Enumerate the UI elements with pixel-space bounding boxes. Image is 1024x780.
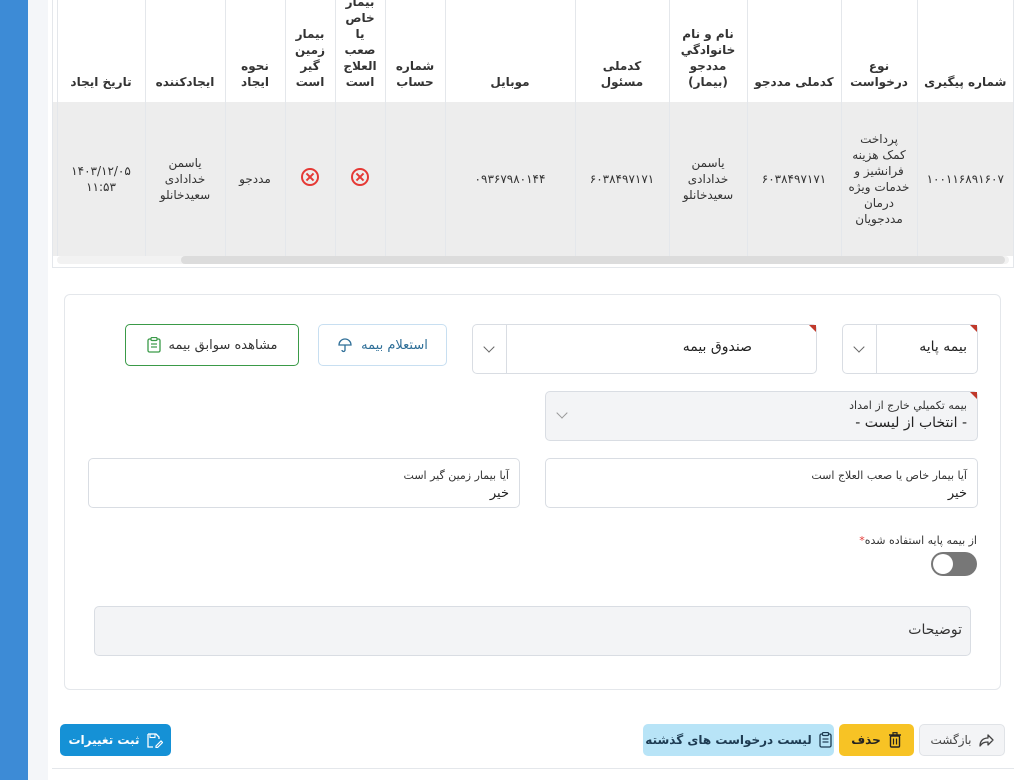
cell-status (53, 102, 57, 256)
column-header-creator[interactable]: ایجادکننده (144, 0, 225, 102)
previous-requests-button[interactable]: لیست درخواست های گذشته (643, 724, 834, 756)
x-circle-icon (301, 168, 319, 186)
save-changes-button[interactable]: ثبت تغییرات (60, 724, 171, 756)
required-corner-marker (970, 392, 977, 399)
cell-resp: ۶۰۳۸۴۹۷۱۷۱ (574, 102, 669, 256)
column-header-nid[interactable]: کدملی مددجو (746, 0, 841, 102)
cell-tracking: ۱۰۰۱۱۶۸۹۱۶۰۷ (916, 102, 1013, 256)
cell-date: ۱۴۰۳/۱۲/۰۵ ۱۱:۵۳ (56, 102, 145, 256)
table-header-row: شماره پیگیری نوع درخواست کدملی مددجو نام و … (53, 0, 1013, 102)
special-patient-label: آیا بیمار خاص یا صعب العلاج است (811, 469, 967, 482)
column-header-tracking[interactable]: شماره پیگیری (916, 0, 1013, 102)
supplementary-insurance-label: بیمه تکمیلي خارج از امداد (849, 399, 967, 412)
cell-nid: ۶۰۳۸۴۹۷۱۷۱ (746, 102, 841, 256)
delete-button-label: حذف (851, 733, 881, 747)
table-row[interactable]: ۱۰۰۱۱۶۸۹۱۶۰۷ پرداخت کمک هزینه فرانشیز و خ… (53, 102, 1013, 256)
previous-requests-label: لیست درخواست های گذشته (645, 733, 812, 747)
table-horizontal-scrollbar[interactable] (57, 256, 1009, 264)
insurance-fund-value: صندوق بیمه (682, 339, 752, 355)
column-header-resp[interactable]: کدملی مسئول (574, 0, 669, 102)
delete-button[interactable]: حذف (839, 724, 914, 756)
column-header-account[interactable]: شماره حساب (384, 0, 445, 102)
base-used-label: از بیمه پایه استفاده شده* (859, 534, 977, 547)
history-button-label: مشاهده سوابق بیمه (168, 337, 278, 353)
cell-special (334, 102, 385, 256)
column-header-type[interactable]: نوع درخواست (840, 0, 917, 102)
sidebar-strip (0, 0, 28, 780)
description-placeholder: توضیحات (908, 622, 962, 638)
column-header-bedridden[interactable]: بیمار زمین گیر است (284, 0, 335, 102)
required-corner-marker (809, 325, 816, 332)
back-button-label: بازگشت (930, 733, 972, 747)
clipboard-list-icon (819, 732, 832, 748)
insurance-history-button[interactable]: مشاهده سوابق بیمه (125, 324, 299, 366)
cell-method: مددجو (224, 102, 285, 256)
column-header-status[interactable]: وضعیت گردش کار (53, 0, 57, 102)
save-edit-icon (146, 732, 163, 748)
insurance-fund-select[interactable]: صندوق بیمه (472, 324, 817, 374)
base-used-toggle[interactable] (931, 552, 977, 576)
supplementary-insurance-select[interactable]: بیمه تکمیلي خارج از امداد - انتخاب از لی… (545, 391, 978, 441)
clipboard-icon (146, 337, 161, 353)
cell-creator: یاسمن خدادادی سعیدخانلو (144, 102, 225, 256)
column-header-method[interactable]: نحوه ایجاد (224, 0, 285, 102)
bedridden-patient-value: خیر (489, 486, 509, 501)
insurance-inquiry-button[interactable]: استعلام بیمه (318, 324, 447, 366)
sidebar-gutter (28, 0, 48, 780)
column-header-name[interactable]: نام و نام خانوادگي مددجو (بیمار) (668, 0, 747, 102)
requests-grid: شماره پیگیری نوع درخواست کدملی مددجو نام و … (53, 0, 1013, 256)
chevron-down-icon[interactable] (556, 407, 568, 419)
column-header-special[interactable]: بیمار خاص يا صعب العلاج است (334, 0, 385, 102)
description-textarea[interactable]: توضیحات (94, 606, 971, 656)
required-corner-marker (970, 325, 977, 332)
base-insurance-select[interactable]: بیمه پایه (842, 324, 978, 374)
cell-name: یاسمن خدادادی سعیدخانلو (668, 102, 747, 256)
bedridden-patient-label: آیا بیمار زمین گیر است (403, 469, 509, 482)
footer-divider (52, 768, 1014, 769)
main-panel: شماره پیگیری نوع درخواست کدملی مددجو نام و … (48, 0, 1024, 780)
cell-bedridden (284, 102, 335, 256)
base-insurance-value: بیمه پایه (919, 339, 967, 355)
special-patient-field[interactable]: آیا بیمار خاص یا صعب العلاج است خیر (545, 458, 978, 508)
umbrella-icon (337, 337, 353, 353)
cell-account (384, 102, 445, 256)
reply-arrow-icon (978, 733, 994, 747)
x-circle-icon (351, 168, 369, 186)
insurance-form-card: بیمه پایه صندوق بیمه استعلام بیمه مشاهده… (64, 294, 1001, 690)
cell-type: پرداخت کمک هزینه فرانشیز و خدمات ویژه در… (840, 102, 917, 256)
column-header-date[interactable]: تاریخ ایجاد (56, 0, 145, 102)
scrollbar-thumb[interactable] (181, 256, 1005, 264)
supplementary-insurance-value: - انتخاب از لیست - (855, 415, 967, 431)
requests-table: شماره پیگیری نوع درخواست کدملی مددجو نام و … (52, 0, 1014, 268)
toggle-knob (933, 554, 953, 574)
chevron-down-icon[interactable] (853, 341, 865, 353)
back-button[interactable]: بازگشت (919, 724, 1005, 756)
trash-icon (888, 732, 902, 748)
bedridden-patient-field[interactable]: آیا بیمار زمین گیر است خیر (88, 458, 520, 508)
inquiry-button-label: استعلام بیمه (361, 337, 428, 353)
cell-mobile: ۰۹۳۶۷۹۸۰۱۴۴ (444, 102, 575, 256)
special-patient-value: خیر (947, 486, 967, 501)
column-header-mobile[interactable]: موبایل (444, 0, 575, 102)
chevron-down-icon[interactable] (483, 341, 495, 353)
save-changes-label: ثبت تغییرات (68, 733, 140, 747)
